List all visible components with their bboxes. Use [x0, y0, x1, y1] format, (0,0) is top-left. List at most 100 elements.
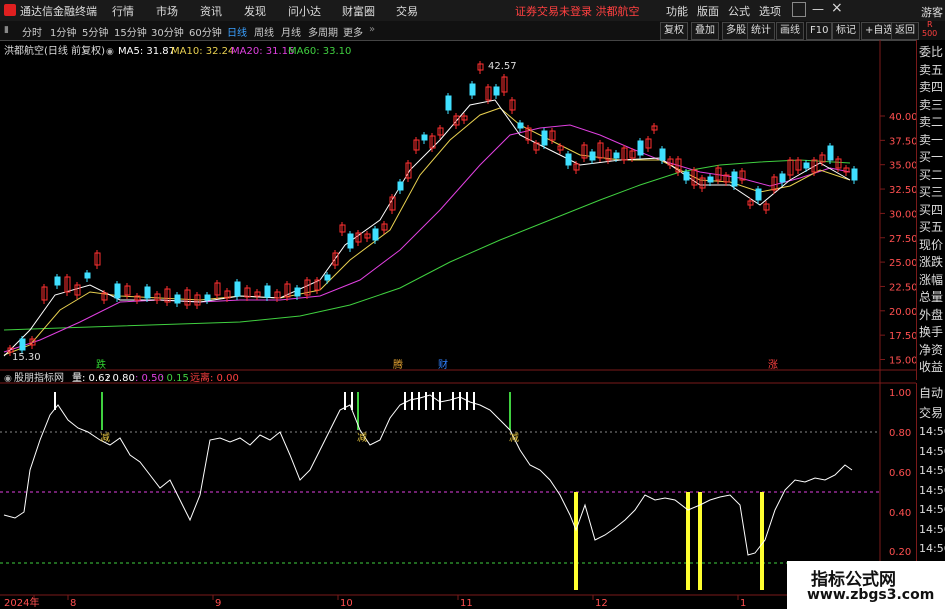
indicator-value-080: : 0.80 — [106, 373, 135, 384]
indicator-tick-label: 0.40 — [889, 508, 911, 519]
biaoji-button[interactable]: 标记 — [832, 22, 860, 40]
r-badge: R 500 — [922, 20, 938, 38]
tab-fenshi[interactable]: 分时 — [22, 24, 42, 39]
menu-item-wenxiaoda[interactable]: 问小达 — [288, 3, 321, 19]
indicator-value-liang: 量: 0.62 — [72, 372, 111, 384]
ma60-label: MA60: 33.10 — [288, 46, 351, 57]
side-label[interactable]: 收益 — [919, 358, 945, 376]
side-label[interactable]: 卖二 — [919, 113, 945, 131]
side-label[interactable]: 涨幅 — [919, 271, 945, 289]
indicator-bars — [54, 392, 764, 590]
side-label[interactable]: 买一 — [919, 148, 945, 166]
huaxian-button[interactable]: 画线 — [776, 22, 804, 40]
indicator-settings-icon[interactable]: ◉ — [4, 374, 12, 384]
side-label[interactable]: 卖三 — [919, 96, 945, 114]
date-label: 8 — [70, 598, 76, 609]
toggle-icon[interactable]: ▮ — [4, 25, 9, 35]
candle-body — [144, 286, 151, 299]
watermark-url: www.zbgs3.com — [807, 587, 935, 603]
candle-body — [707, 176, 714, 183]
tab-monthly[interactable]: 月线 — [281, 24, 301, 39]
fuquan-button[interactable]: 复权 — [660, 22, 688, 40]
event-marker-cai[interactable]: 财 — [438, 358, 448, 371]
auto-trade-label[interactable]: 自动 — [919, 384, 945, 402]
price-tick-label: 40.00 — [889, 112, 916, 123]
tongji-button[interactable]: 统计 — [747, 22, 775, 40]
chart-title: 洪都航空(日线 前复权) — [4, 44, 105, 57]
candle-body — [294, 287, 301, 297]
user-label[interactable]: 游客 — [921, 4, 943, 20]
diejia-button[interactable]: 叠加 — [691, 22, 719, 40]
kline-chart-area[interactable]: 40.00 37.50 35.00 32.50 30.00 27.50 25.00 22.50… — [0, 40, 916, 609]
high-price-label: 42.57 — [488, 61, 517, 72]
side-label[interactable]: 卖四 — [919, 78, 945, 96]
menu-item-jiaoyi[interactable]: 交易 — [396, 3, 418, 19]
tick-time-label: 14:56 — [919, 464, 945, 477]
side-label[interactable]: 涨跌 — [919, 253, 945, 271]
tab-60min[interactable]: 60分钟 — [189, 24, 222, 39]
side-label[interactable]: 卖一 — [919, 131, 945, 149]
date-label: 12 — [595, 598, 608, 609]
side-label[interactable]: 总量 — [919, 288, 945, 306]
f10-button[interactable]: F10 — [806, 22, 833, 40]
login-notice: 证券交易未登录 洪都航空 — [515, 5, 640, 18]
candle-body — [469, 83, 476, 96]
event-marker-zhang[interactable]: 涨 — [768, 359, 778, 371]
side-label[interactable]: 外盘 — [919, 306, 945, 324]
menu-item-shichang[interactable]: 市场 — [156, 3, 178, 19]
signal-label-3: 减 — [509, 432, 519, 444]
back-button[interactable]: 返回 — [891, 22, 919, 40]
side-label[interactable]: 买二 — [919, 166, 945, 184]
side-label[interactable]: 净资 — [919, 341, 945, 359]
tab-more[interactable]: 更多 — [343, 24, 363, 39]
tab-5min[interactable]: 5分钟 — [82, 24, 108, 39]
auto-trade-label[interactable]: 交易 — [919, 404, 945, 422]
menu-item-hangqing[interactable]: 行情 — [112, 3, 134, 19]
price-tick-label: 27.50 — [889, 234, 916, 245]
tick-time-label: 14:56 — [919, 483, 945, 497]
side-label[interactable]: 委比 — [919, 43, 945, 61]
menu-item-zixun[interactable]: 资讯 — [200, 3, 222, 19]
tab-30min[interactable]: 30分钟 — [151, 24, 184, 39]
event-marker-teng[interactable]: 腾 — [393, 358, 403, 371]
side-label[interactable]: 卖五 — [919, 61, 945, 79]
side-label[interactable]: 买五 — [919, 218, 945, 236]
candles — [7, 61, 858, 356]
side-label[interactable]: 买三 — [919, 183, 945, 201]
ma-settings-icon[interactable]: ◉ — [106, 47, 114, 57]
tab-15min[interactable]: 15分钟 — [114, 24, 147, 39]
indicator-axis: 1.00 0.80 0.60 0.40 0.20 — [889, 388, 911, 558]
close-icon[interactable]: × — [831, 0, 843, 16]
menu-item-xuanxiang[interactable]: 选项 — [759, 3, 781, 19]
ma20-line — [3, 124, 851, 353]
minimize-icon[interactable]: — — [812, 2, 824, 16]
candle-body — [541, 130, 548, 146]
window-icon[interactable] — [792, 2, 806, 17]
menu-item-faxian[interactable]: 发现 — [244, 3, 266, 19]
menu-item-gongshi[interactable]: 公式 — [728, 3, 750, 19]
period-toolbar: ▮ 分时 1分钟 5分钟 15分钟 30分钟 60分钟 日线 周线 月线 多周期… — [0, 20, 945, 41]
menu-item-caifuquan[interactable]: 财富圈 — [342, 3, 375, 19]
menu-item-gongneng[interactable]: 功能 — [666, 3, 688, 19]
candle-body — [851, 168, 858, 181]
candle-body — [234, 281, 241, 297]
tab-multi-period[interactable]: 多周期 — [308, 24, 338, 39]
date-label: 1 — [740, 598, 746, 609]
side-label[interactable]: 买四 — [919, 201, 945, 219]
event-marker-die[interactable]: 跌 — [96, 358, 106, 371]
more-chevron-icon[interactable]: » — [369, 24, 375, 35]
candle-body — [397, 181, 404, 191]
tab-1min[interactable]: 1分钟 — [50, 24, 76, 39]
candle-body — [803, 162, 810, 169]
tab-daily[interactable]: 日线 — [227, 24, 247, 39]
candle-body — [445, 95, 452, 111]
quote-side-panel: 委比 卖五 卖四 卖三 卖二 卖一 买一 买二 买三 买四 买五 现价 涨跌 涨幅 总量 外盘 换手 净资 收益 — [916, 40, 945, 380]
side-label[interactable]: 换手 — [919, 323, 945, 341]
price-tick-label: 17.50 — [889, 331, 916, 342]
duogu-button[interactable]: 多股 — [722, 22, 750, 40]
price-tick-label: 22.50 — [889, 282, 916, 293]
indicator-line — [3, 394, 853, 556]
side-label[interactable]: 现价 — [919, 236, 945, 254]
menu-item-banmian[interactable]: 版面 — [697, 3, 719, 19]
tab-weekly[interactable]: 周线 — [254, 24, 274, 39]
